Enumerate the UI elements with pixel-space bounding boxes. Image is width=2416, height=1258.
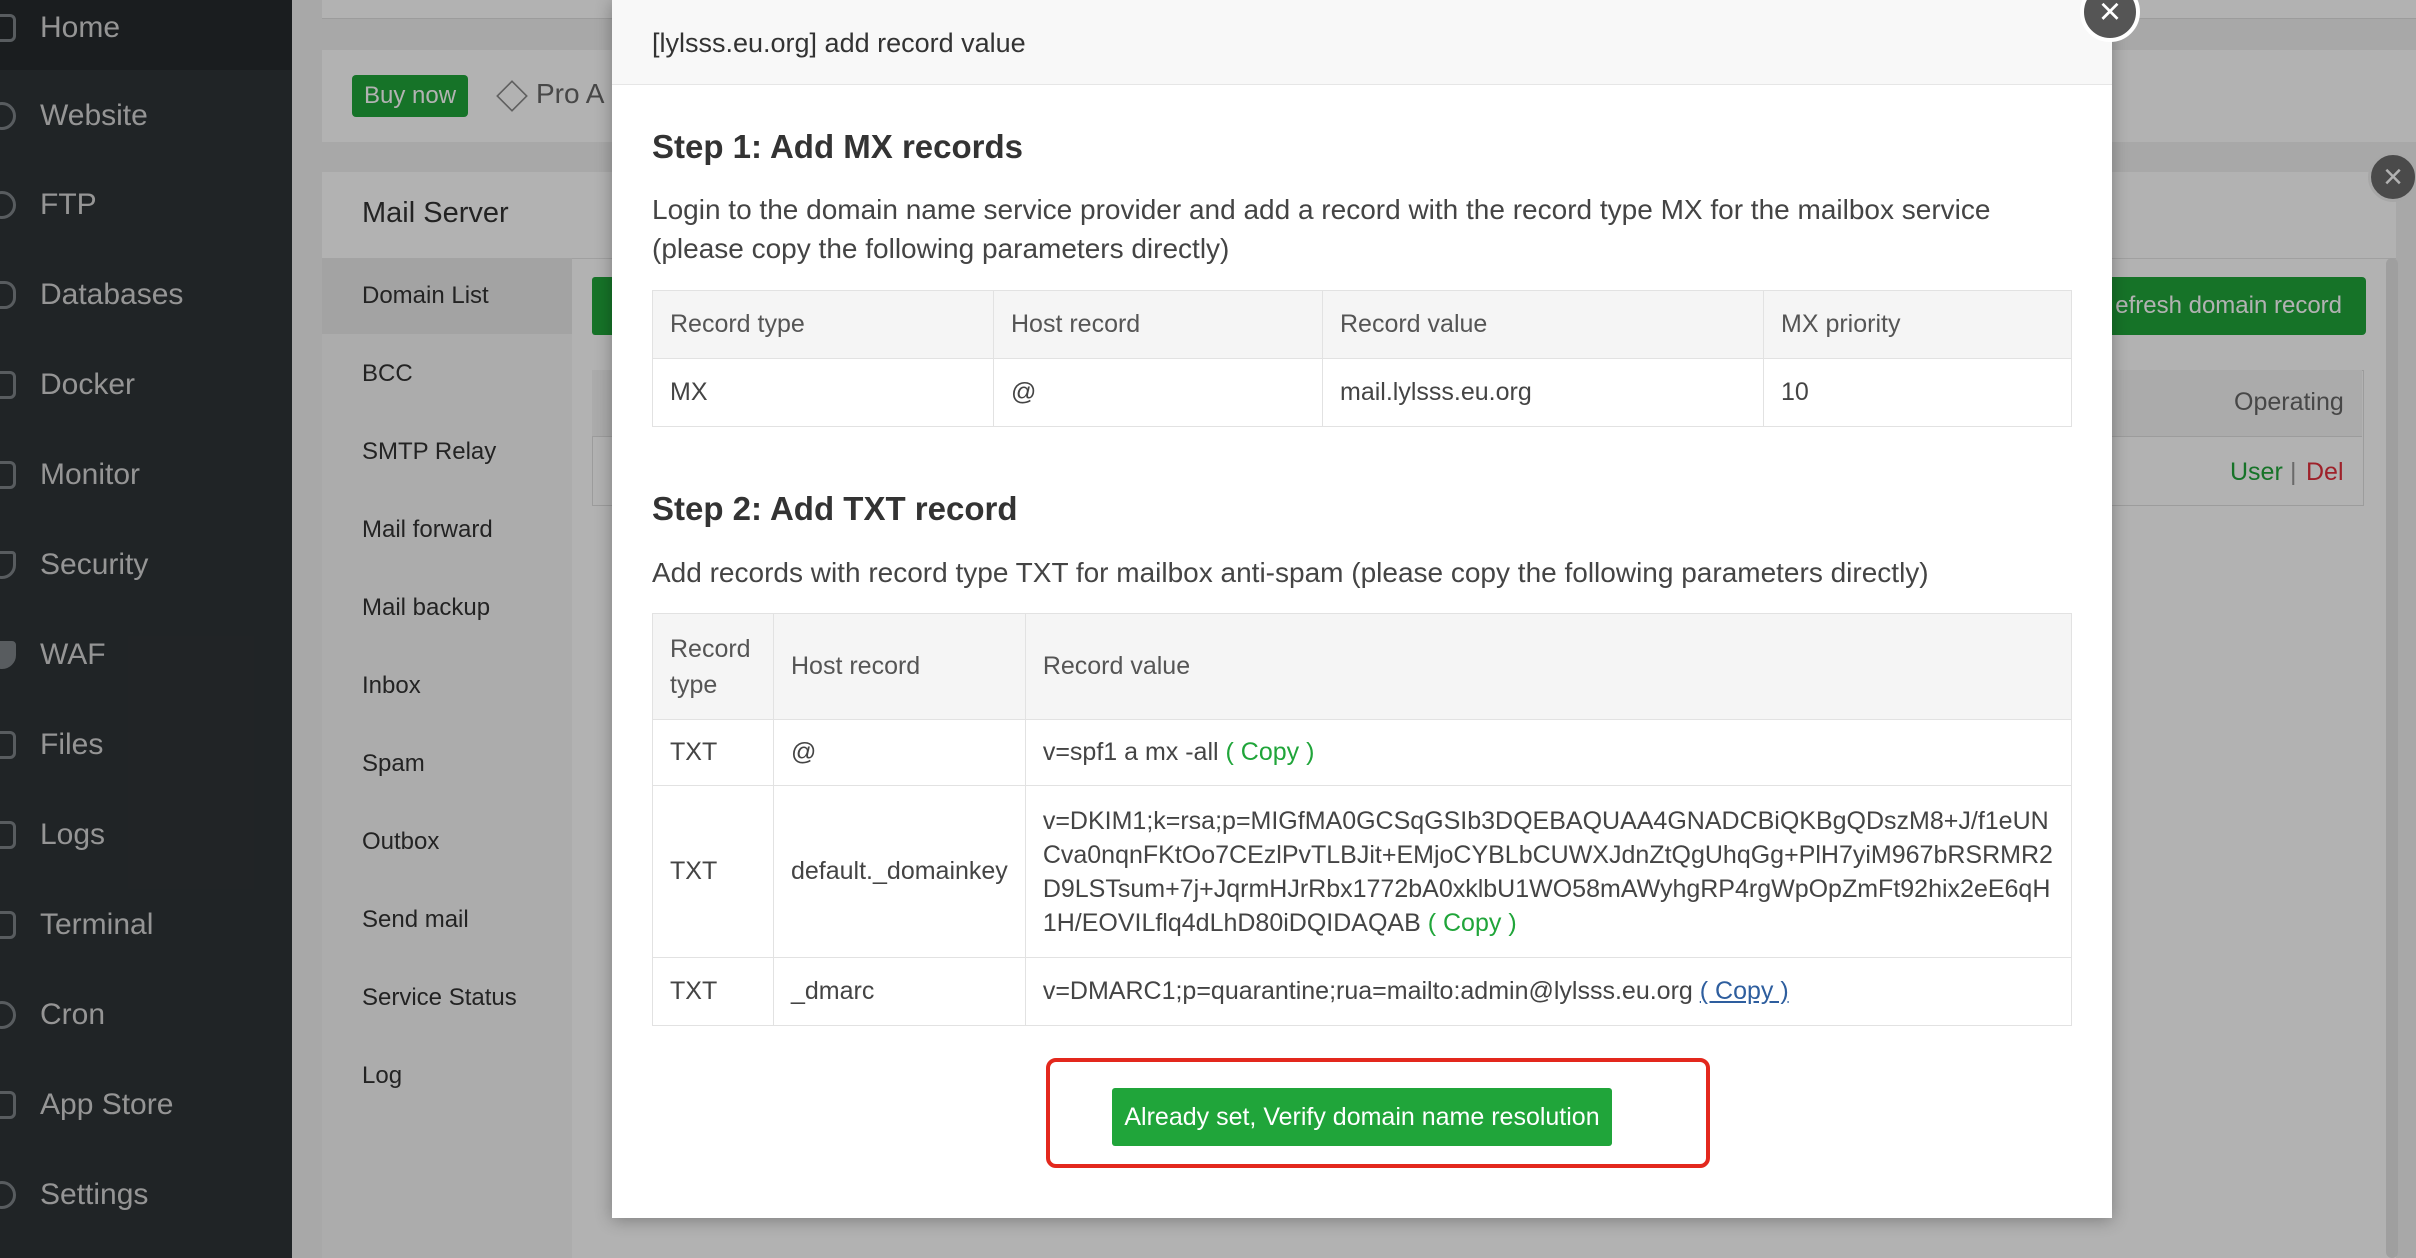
record-type-cell: MX [652, 358, 994, 427]
dialog-title: [lylsss.eu.org] add record value [652, 28, 1026, 58]
record-value-cell: mail.lylsss.eu.org [1322, 358, 1764, 427]
step1-title: Step 1: Add MX records [652, 128, 1024, 165]
record-type-cell: TXT [652, 719, 774, 786]
host-record-cell: @ [773, 719, 1026, 786]
step1-description: Login to the domain name service provide… [652, 194, 1991, 264]
host-record-cell: _dmarc [773, 957, 1026, 1026]
host-record-cell: @ [993, 358, 1323, 427]
column-header: Record type [652, 290, 994, 359]
record-value-text: v=spf1 a mx -all [1042, 738, 1219, 766]
record-type-cell: TXT [652, 957, 774, 1026]
column-header: Record type [652, 613, 774, 720]
column-header: Record value [1322, 290, 1764, 359]
column-header: Record value [1024, 613, 2073, 720]
record-value-cell: v=DKIM1;k=rsa;p=MIGfMA0GCSqGSIb3DQEBAQUA… [1024, 785, 2073, 958]
column-header: Host record [773, 613, 1026, 720]
add-record-dialog: [lylsss.eu.org] add record value Step 1:… [612, 0, 2112, 1218]
copy-dmarc-link[interactable]: ( Copy ) [1700, 977, 1789, 1005]
record-value-cell: v=spf1 a mx -all ( Copy ) [1024, 719, 2073, 786]
record-type-cell: TXT [652, 785, 774, 958]
copy-spf-link[interactable]: ( Copy ) [1226, 738, 1315, 766]
mx-record-table: Record type Host record Record value MX … [652, 290, 2072, 427]
step2-title: Step 2: Add TXT record [652, 490, 1018, 527]
table-row: TXT _dmarc v=DMARC1;p=quarantine;rua=mai… [652, 957, 2073, 1026]
table-row: TXT default._domainkey v=DKIM1;k=rsa;p=M… [652, 785, 2073, 958]
close-icon: × [2098, 0, 2122, 33]
table-header-row: Record type Host record Record value [652, 613, 2073, 720]
copy-dkim-link[interactable]: ( Copy ) [1428, 909, 1517, 937]
txt-record-table: Record type Host record Record value TXT… [652, 613, 2073, 1026]
record-value-cell: v=DMARC1;p=quarantine;rua=mailto:admin@l… [1024, 957, 2073, 1026]
mx-priority-cell: 10 [1763, 358, 2072, 427]
table-row: TXT @ v=spf1 a mx -all ( Copy ) [652, 719, 2073, 786]
record-value-text: v=DMARC1;p=quarantine;rua=mailto:admin@l… [1042, 977, 1693, 1005]
step2-description: Add records with record type TXT for mai… [652, 557, 1929, 588]
table-header-row: Record type Host record Record value MX … [652, 290, 2072, 359]
record-value-text: v=DKIM1;k=rsa;p=MIGfMA0GCSqGSIb3DQEBAQUA… [1042, 806, 2053, 937]
host-record-cell: default._domainkey [773, 785, 1026, 958]
verify-domain-resolution-button[interactable]: Already set, Verify domain name resoluti… [1112, 1088, 1612, 1146]
column-header: Host record [993, 290, 1323, 359]
table-row: MX @ mail.lylsss.eu.org 10 [652, 358, 2072, 427]
column-header: MX priority [1763, 290, 2072, 359]
dialog-header: [lylsss.eu.org] add record value [612, 0, 2112, 85]
